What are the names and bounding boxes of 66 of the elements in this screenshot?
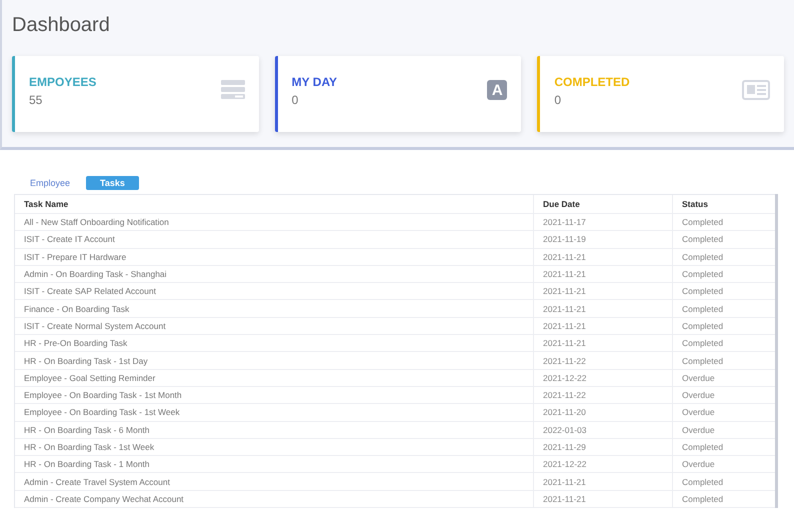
- table-cell-text: HR - Pre-On Boarding Task: [23, 338, 128, 348]
- table-cell: 2021-11-20: [533, 404, 672, 421]
- table-cell: Overdue: [672, 386, 775, 404]
- table-cell: Overdue: [672, 456, 775, 472]
- table-cell-text: HR - On Boarding Task - 6 Month: [23, 424, 151, 435]
- column-header: Status: [672, 195, 775, 213]
- table-cell: Overdue: [672, 422, 775, 438]
- card-value: 55: [29, 93, 44, 107]
- table-cell: 2021-12-22: [533, 370, 672, 386]
- table-cell: 2021-11-21: [533, 490, 672, 508]
- table-cell: Completed: [672, 490, 775, 508]
- table-cell: 2021-11-17: [533, 214, 672, 230]
- newspaper-icon: [742, 80, 770, 100]
- table-cell: Overdue: [672, 404, 775, 421]
- table-cell: Completed: [672, 318, 775, 334]
- card-value: 0: [554, 93, 562, 107]
- table-cell: Completed: [672, 300, 775, 317]
- table-cell-text: Finance - On Boarding Task: [23, 304, 130, 314]
- table-cell-text: ISIT - Create Normal System Account: [23, 320, 167, 331]
- letter-icon: A: [487, 80, 508, 100]
- card-label: EMPOYEES: [29, 75, 96, 89]
- table-cell: 2021-11-21: [533, 335, 672, 352]
- table-cell-text: Admin - Create Company Wechat Account: [23, 494, 185, 504]
- table-cell: 2022-01-03: [533, 422, 672, 438]
- table-cell-text: HR - On Boarding Task - 1 Month: [23, 459, 151, 470]
- tab[interactable]: Employee: [26, 176, 74, 190]
- column-header: Task Name: [23, 199, 70, 209]
- table-cell: Overdue: [672, 370, 775, 386]
- card-label: COMPLETED: [554, 75, 630, 89]
- table-cell: 2021-11-19: [533, 231, 672, 248]
- table-cell: Completed: [672, 214, 775, 230]
- table-cell-text: ISIT - Create SAP Related Account: [23, 286, 157, 296]
- table-cell: 2021-11-29: [533, 438, 672, 456]
- table-cell: 2021-11-21: [533, 473, 672, 490]
- column-header: Due Date: [533, 195, 672, 213]
- table-cell: Completed: [672, 473, 775, 490]
- table-cell: 2021-11-21: [533, 318, 672, 334]
- table-cell-text: HR - On Boarding Task - 1st Day: [23, 356, 149, 366]
- table-cell: 2021-11-21: [533, 283, 672, 300]
- tab[interactable]: Tasks: [86, 176, 139, 190]
- table-cell: Completed: [672, 335, 775, 352]
- table-cell: Completed: [672, 248, 775, 265]
- table-cell-text: Admin - Create Travel System Account: [23, 476, 171, 487]
- table-cell-text: All - New Staff Onboarding Notification: [23, 217, 170, 228]
- table-cell-text: Employee - Goal Setting Reminder: [23, 372, 156, 383]
- table-cell: 2021-11-22: [533, 386, 672, 404]
- table-cell: 2021-11-22: [533, 352, 672, 369]
- table-cell: 2021-11-21: [533, 266, 672, 282]
- table-cell: Completed: [672, 231, 775, 248]
- table-cell-text: Employee - On Boarding Task - 1st Month: [23, 390, 183, 400]
- table-cell-text: ISIT - Create IT Account: [23, 234, 116, 244]
- page-title: Dashboard: [12, 13, 111, 38]
- table-cell: 2021-11-21: [533, 300, 672, 317]
- table-cell-text: HR - On Boarding Task - 1st Week: [23, 442, 156, 452]
- table-cell-text: ISIT - Prepare IT Hardware: [23, 252, 128, 262]
- table-cell: Completed: [672, 352, 775, 369]
- server-icon: [220, 80, 245, 100]
- card-value: 0: [292, 93, 300, 107]
- table-cell: Completed: [672, 283, 775, 300]
- table-cell-text: Admin - On Boarding Task - Shanghai: [23, 269, 168, 280]
- table-cell: Completed: [672, 438, 775, 456]
- card-label: MY DAY: [292, 75, 338, 89]
- table-cell-text: Employee - On Boarding Task - 1st Week: [23, 407, 181, 418]
- table-cell: 2021-12-22: [533, 456, 672, 472]
- table-cell: 2021-11-21: [533, 248, 672, 265]
- table-cell: Completed: [672, 266, 775, 282]
